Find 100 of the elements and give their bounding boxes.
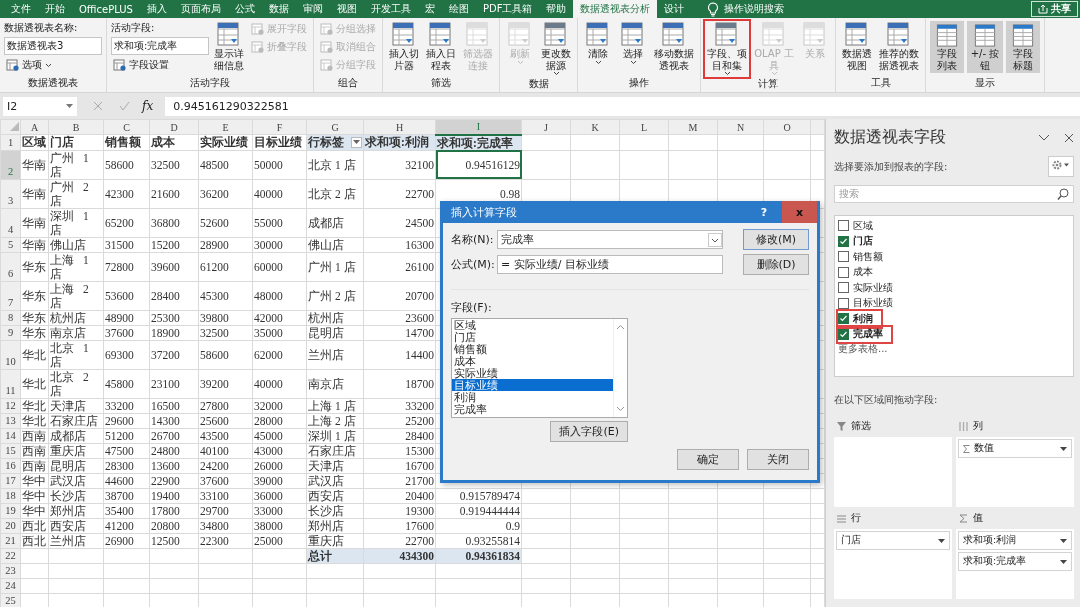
row-number[interactable]: 3: [0, 179, 21, 208]
list-item[interactable]: 区域: [452, 319, 613, 331]
ribbon-button[interactable]: 字段设置: [111, 57, 209, 73]
row-number[interactable]: 6: [0, 252, 21, 281]
list-item[interactable]: 销售额: [452, 343, 613, 355]
toggle-button[interactable]: 字段标题: [1006, 21, 1040, 73]
ribbon-button[interactable]: 移动数据透视表: [652, 21, 696, 72]
checkbox[interactable]: [838, 220, 849, 232]
scroll-down-icon[interactable]: [616, 406, 625, 412]
checkbox[interactable]: [838, 282, 849, 294]
ribbon-button[interactable]: 更改数据源: [539, 21, 573, 77]
menu-tab[interactable]: 绘图: [441, 0, 476, 18]
column-header[interactable]: H: [363, 119, 436, 135]
menu-tab[interactable]: 开始: [38, 0, 72, 18]
field-listbox[interactable]: 区域 门店 销售额 成本 实际业绩 目标业绩 利润 完成率: [451, 318, 628, 418]
column-header[interactable]: I: [435, 119, 522, 135]
menu-tab[interactable]: 审阅: [295, 0, 330, 18]
area-field-item[interactable]: 门店: [836, 531, 950, 550]
menu-tab[interactable]: OfficePLUS: [72, 0, 140, 18]
ribbon-button[interactable]: 选择: [617, 21, 649, 66]
share-button[interactable]: 共享: [1031, 1, 1078, 17]
ribbon-button[interactable]: 显示详细信息: [212, 21, 246, 72]
ribbon-button[interactable]: 插入日程表: [424, 21, 458, 72]
ribbon-button[interactable]: 推荐的数据透视表: [877, 21, 921, 72]
ribbon-button[interactable]: 选项: [4, 57, 102, 73]
row-number[interactable]: 2: [0, 150, 21, 179]
settings-button[interactable]: [1048, 156, 1074, 177]
field-item[interactable]: 实际业绩: [838, 280, 901, 296]
row-number[interactable]: 11: [0, 369, 21, 398]
search-hint[interactable]: 操作说明搜索: [724, 2, 785, 16]
column-header[interactable]: N: [717, 119, 764, 135]
name-box[interactable]: I2: [3, 96, 77, 116]
column-header[interactable]: L: [619, 119, 669, 135]
menu-tab[interactable]: 数据: [261, 0, 296, 18]
toggle-button[interactable]: 字段列表: [930, 21, 964, 73]
menu-tab[interactable]: 宏: [417, 0, 442, 18]
checkbox[interactable]: [838, 297, 849, 309]
list-item[interactable]: 实际业绩: [452, 367, 613, 379]
menu-tab[interactable]: 页面布局: [173, 0, 228, 18]
function-button[interactable]: fx: [142, 99, 154, 113]
row-number[interactable]: 4: [0, 208, 21, 237]
menu-tab[interactable]: 帮助: [539, 0, 574, 18]
menu-tab[interactable]: 设计: [657, 0, 692, 18]
close-button[interactable]: x: [782, 201, 817, 223]
help-button[interactable]: ?: [746, 201, 782, 223]
field-item[interactable]: 门店: [838, 233, 881, 249]
checkbox[interactable]: [838, 328, 849, 340]
menu-tab[interactable]: 公式: [227, 0, 262, 18]
row-number[interactable]: 10: [0, 340, 21, 369]
input-field[interactable]: 数据透视表3: [4, 37, 102, 55]
ribbon-button[interactable]: 字段、项目和集: [705, 21, 749, 77]
ribbon-button[interactable]: 清除: [582, 21, 614, 66]
field-item[interactable]: 完成率: [838, 326, 891, 342]
checkbox[interactable]: [838, 251, 849, 263]
checkbox[interactable]: [838, 313, 849, 325]
formula-field[interactable]: = 实际业绩/ 目标业绩: [497, 255, 724, 274]
area-field-item[interactable]: 求和项:利润: [958, 531, 1072, 550]
delete-button[interactable]: 删除(D): [743, 254, 809, 275]
menu-tab[interactable]: 文件: [4, 0, 38, 18]
list-item[interactable]: 利润: [452, 391, 613, 403]
field-item[interactable]: 成本: [838, 264, 881, 280]
ribbon-button[interactable]: 插入切片器: [387, 21, 421, 72]
column-header[interactable]: K: [570, 119, 620, 135]
modify-button[interactable]: 修改(M): [743, 229, 809, 250]
column-header[interactable]: B: [48, 119, 104, 135]
list-item[interactable]: 成本: [452, 355, 613, 367]
field-item[interactable]: 区域: [838, 218, 881, 234]
column-header[interactable]: O: [763, 119, 811, 135]
column-header[interactable]: F: [252, 119, 307, 135]
menu-tab[interactable]: 插入: [139, 0, 174, 18]
close-dialog-button[interactable]: 关闭: [747, 449, 809, 470]
chevron-down-icon[interactable]: [1038, 133, 1050, 142]
insert-field-button[interactable]: 插入字段(E): [550, 421, 628, 442]
column-header[interactable]: A: [20, 119, 49, 135]
list-item[interactable]: 门店: [452, 331, 613, 343]
column-header[interactable]: G: [306, 119, 364, 135]
ok-button[interactable]: 确定: [677, 449, 739, 470]
scroll-up-icon[interactable]: [616, 324, 625, 330]
list-item[interactable]: 完成率: [452, 403, 613, 415]
more-tables-link[interactable]: 更多表格...: [838, 342, 888, 356]
menu-tab[interactable]: 数据透视表分析: [573, 0, 658, 18]
list-item[interactable]: 目标业绩: [452, 379, 613, 391]
ribbon-button[interactable]: 数据透视图: [840, 21, 874, 72]
field-item[interactable]: 销售额: [838, 249, 891, 265]
field-item[interactable]: 利润: [838, 311, 881, 327]
close-icon[interactable]: [1064, 132, 1074, 143]
column-header[interactable]: J: [521, 119, 571, 135]
checkbox[interactable]: [838, 266, 849, 278]
menu-tab[interactable]: 视图: [329, 0, 364, 18]
field-item[interactable]: 目标业绩: [838, 295, 901, 311]
toggle-button[interactable]: +/- 按钮: [967, 21, 1003, 73]
area-field-item[interactable]: 数值: [958, 439, 1072, 458]
column-header[interactable]: D: [149, 119, 199, 135]
menu-tab[interactable]: PDF工具箱: [475, 0, 540, 18]
row-number[interactable]: 7: [0, 281, 21, 310]
checkbox[interactable]: [838, 235, 849, 247]
column-header[interactable]: E: [198, 119, 253, 135]
name-combobox[interactable]: 完成率: [497, 230, 724, 249]
input-field[interactable]: 求和项:完成率: [111, 37, 209, 55]
formula-field[interactable]: 0.945161290322581: [165, 96, 1080, 116]
